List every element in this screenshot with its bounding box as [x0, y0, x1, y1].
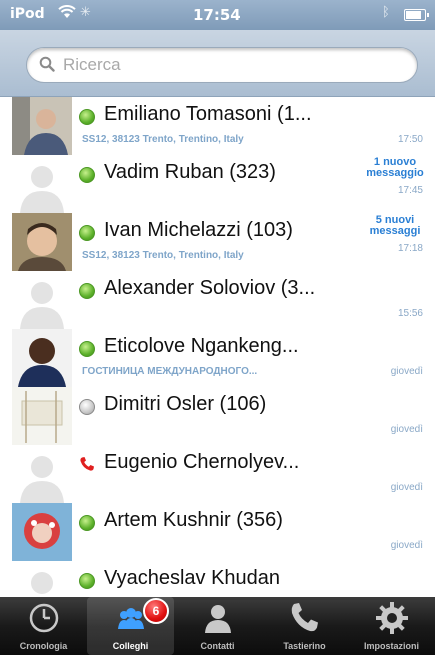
contact-row[interactable]: Alexander Soloviov (3... 15:56	[0, 271, 435, 330]
contact-row[interactable]: Dimitri Osler (106) giovedì	[0, 387, 435, 446]
presence-online-icon	[79, 283, 95, 299]
tab-bar: Cronologia 6 Colleghi Contatti Tastierino Imp…	[0, 597, 435, 655]
avatar	[12, 97, 72, 155]
tab-label: Contatti	[200, 641, 235, 651]
contact-timestamp: giovedì	[390, 482, 423, 493]
contact-name: Eugenio Chernolyev...	[104, 451, 300, 473]
contact-name: Vyacheslav Khudan	[104, 567, 281, 589]
new-message-label: 5 nuovi messaggi	[369, 214, 421, 237]
avatar	[12, 503, 72, 561]
search-icon	[39, 56, 55, 72]
clock-icon	[27, 601, 61, 635]
contact-row[interactable]: Eticolove Ngankeng... ГОСТИНИЦА МЕЖДУНАРО…	[0, 329, 435, 388]
presence-online-icon	[79, 109, 95, 125]
contact-location: ГОСТИНИЦА МЕЖДУНАРОДНОГО...	[82, 366, 258, 377]
avatar	[12, 155, 72, 213]
contact-timestamp: 17:18	[397, 243, 423, 254]
contact-name: Artem Kushnir (356)	[104, 509, 283, 531]
avatar	[12, 445, 72, 503]
bluetooth-icon: ᛒ	[382, 5, 390, 20]
presence-online-icon	[79, 167, 95, 183]
avatar	[12, 213, 72, 271]
contact-icon	[201, 601, 235, 635]
contact-name: Eticolove Ngankeng...	[104, 335, 299, 357]
contact-timestamp: 15:56	[397, 308, 423, 319]
presence-online-icon	[79, 573, 95, 589]
avatar	[12, 561, 72, 597]
contact-row[interactable]: Vyacheslav Khudan	[0, 561, 435, 597]
new-message-label: 1 nuovo messaggio	[366, 156, 424, 179]
contact-timestamp: giovedì	[390, 366, 423, 377]
status-bar: iPod ✳ 17:54 ᛒ	[0, 0, 435, 30]
presence-offline-icon	[79, 399, 95, 415]
tab-label: Impostazioni	[363, 641, 419, 651]
contact-name: Alexander Soloviov (3...	[104, 277, 316, 299]
presence-online-icon	[79, 515, 95, 531]
contact-timestamp: 17:45	[397, 185, 423, 196]
clock-time: 17:54	[193, 6, 241, 24]
search-input[interactable]: Ricerca	[26, 47, 418, 83]
tab-cronologia[interactable]: Cronologia	[0, 597, 87, 655]
carrier-label: iPod	[10, 6, 45, 22]
avatar	[12, 329, 72, 387]
tab-label: Colleghi	[112, 641, 149, 651]
contact-timestamp: giovedì	[390, 540, 423, 551]
notification-badge: 6	[143, 598, 169, 624]
tab-contatti[interactable]: Contatti	[174, 597, 261, 655]
activity-icon: ✳	[80, 5, 91, 20]
contact-timestamp: 17:50	[397, 134, 423, 145]
contact-name: Ivan Michelazzi (103)	[104, 219, 293, 241]
gear-icon	[375, 601, 409, 635]
phone-icon	[288, 601, 322, 635]
avatar	[12, 271, 72, 329]
contact-name: Dimitri Osler (106)	[104, 393, 267, 415]
contact-location: SS12, 38123 Trento, Trentino, Italy	[82, 250, 244, 261]
avatar	[12, 387, 72, 445]
tab-label: Cronologia	[19, 641, 68, 651]
phone-call-icon	[79, 456, 95, 472]
tab-tastierino[interactable]: Tastierino	[261, 597, 348, 655]
contact-row[interactable]: Artem Kushnir (356) giovedì	[0, 503, 435, 562]
presence-online-icon	[79, 225, 95, 241]
contact-name: Vadim Ruban (323)	[104, 161, 276, 183]
search-bar: Ricerca	[0, 30, 435, 97]
search-placeholder: Ricerca	[63, 55, 121, 74]
tab-impostazioni[interactable]: Impostazioni	[348, 597, 435, 655]
battery-icon	[404, 9, 429, 21]
contact-row[interactable]: Ivan Michelazzi (103) SS12, 38123 Trento,…	[0, 213, 435, 272]
wifi-icon	[58, 5, 76, 23]
contact-row[interactable]: Emiliano Tomasoni (1... SS12, 38123 Trent…	[0, 97, 435, 156]
contact-row[interactable]: Vadim Ruban (323) 1 nuovo messaggio 17:45	[0, 155, 435, 214]
contact-list[interactable]: Emiliano Tomasoni (1... SS12, 38123 Trent…	[0, 97, 435, 597]
presence-online-icon	[79, 341, 95, 357]
contact-name: Emiliano Tomasoni (1...	[104, 103, 312, 125]
tab-colleghi[interactable]: 6 Colleghi	[87, 597, 174, 655]
contact-timestamp: giovedì	[390, 424, 423, 435]
contact-location: SS12, 38123 Trento, Trentino, Italy	[82, 134, 244, 145]
contact-row[interactable]: Eugenio Chernolyev... giovedì	[0, 445, 435, 504]
tab-label: Tastierino	[283, 641, 326, 651]
